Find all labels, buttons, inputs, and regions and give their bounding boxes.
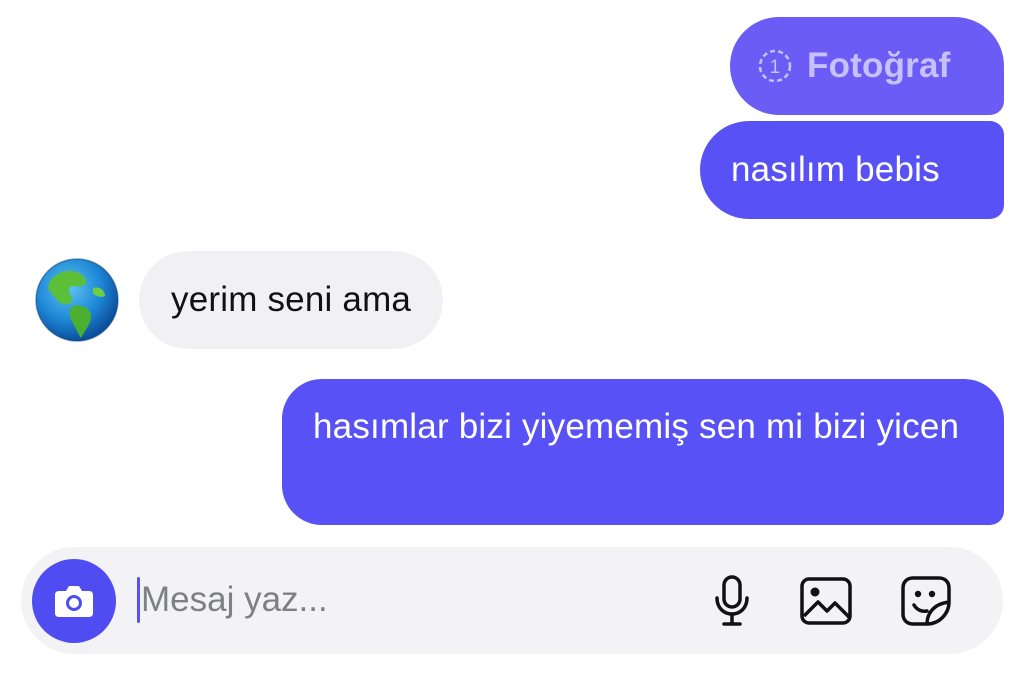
received-message[interactable]: yerim seni ama: [139, 251, 444, 349]
microphone-icon: [715, 575, 749, 626]
camera-button[interactable]: [32, 559, 116, 643]
sent-message[interactable]: nasılım bebis: [700, 121, 1004, 219]
microphone-button[interactable]: [703, 572, 761, 630]
message-text: hasımlar bizi yiyememiş sen mi bizi yice…: [313, 407, 960, 446]
view-once-photo-message[interactable]: 1 Fotoğraf: [730, 17, 1004, 115]
received-message-row: yerim seni ama: [35, 251, 444, 349]
chat-thread: 1 Fotoğraf nasılım bebis yerim seni ama …: [0, 0, 1024, 675]
photo-message-label: Fotoğraf: [807, 46, 951, 85]
view-once-icon: 1: [758, 49, 792, 83]
message-input[interactable]: [137, 571, 701, 629]
globe-americas-icon[interactable]: [35, 258, 119, 342]
view-once-count: 1: [770, 57, 781, 78]
gallery-button[interactable]: [797, 572, 855, 630]
sticker-button[interactable]: [897, 572, 955, 630]
sent-message[interactable]: hasımlar bizi yiyememiş sen mi bizi yice…: [282, 379, 1004, 525]
image-icon: [800, 577, 852, 625]
sticker-icon: [901, 576, 951, 626]
message-text: nasılım bebis: [731, 150, 940, 189]
message-text: yerim seni ama: [171, 280, 412, 319]
message-composer: [21, 547, 1003, 654]
camera-icon: [55, 586, 93, 617]
